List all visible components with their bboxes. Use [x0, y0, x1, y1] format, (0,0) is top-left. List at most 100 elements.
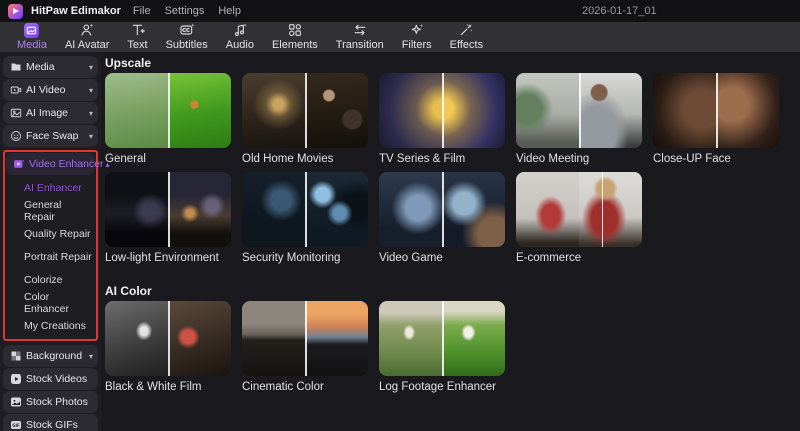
- sidebar-subitem-my-creations[interactable]: My Creations: [6, 314, 95, 337]
- split-divider: [305, 301, 307, 376]
- template-card-security-monitoring[interactable]: Security Monitoring: [242, 172, 368, 265]
- card-label: Security Monitoring: [242, 252, 341, 264]
- tab-filters[interactable]: Filters: [393, 22, 441, 52]
- template-card-log-footage-enhancer[interactable]: Log Footage Enhancer: [379, 301, 505, 394]
- split-divider: [442, 301, 444, 376]
- template-card-low-light[interactable]: Low-light Environment: [105, 172, 231, 265]
- subitem-label: Colorize: [24, 273, 63, 286]
- sidebar-item-label: Media: [26, 61, 55, 73]
- card-label: E-commerce: [516, 252, 582, 264]
- avatar-icon: [81, 23, 94, 36]
- template-card-video-meeting[interactable]: Video Meeting: [516, 73, 642, 166]
- template-card-black-white-film[interactable]: Black & White Film: [105, 301, 231, 394]
- before-after-thumbnail: [242, 172, 368, 247]
- template-card-tv-series-film[interactable]: TV Series & Film: [379, 73, 505, 166]
- main-toolbar: Media AI Avatar Text Subtitles Audio Ele…: [0, 22, 800, 52]
- folder-icon: [11, 63, 21, 71]
- ai-color-card-grid: Black & White Film Cinematic Color Log F…: [105, 301, 800, 400]
- document-title: 2026-01-17_01: [582, 5, 657, 17]
- split-divider: [168, 73, 170, 148]
- before-after-thumbnail: [105, 73, 231, 148]
- template-card-general[interactable]: General: [105, 73, 231, 166]
- subitem-label: Quality Repair: [24, 227, 91, 240]
- transition-icon: [354, 24, 365, 36]
- template-card-close-up-face[interactable]: Close-UP Face: [653, 73, 779, 166]
- video-enhancer-icon: [14, 159, 25, 168]
- sidebar-item-ai-image[interactable]: AI Image ▾: [3, 102, 98, 124]
- subitem-label: Color Enhancer: [24, 290, 69, 315]
- section-title-ai-color: AI Color: [105, 284, 152, 298]
- tab-transition[interactable]: Transition: [327, 22, 393, 52]
- before-after-thumbnail: [516, 73, 642, 148]
- sidebar-subitem-colorize[interactable]: Colorize: [6, 268, 95, 291]
- template-card-ecommerce[interactable]: E-commerce: [516, 172, 642, 265]
- tab-media[interactable]: Media: [8, 22, 56, 52]
- menu-file[interactable]: File: [133, 5, 151, 17]
- sidebar-item-stock-videos[interactable]: Stock Videos: [3, 368, 98, 390]
- card-label: Log Footage Enhancer: [379, 381, 497, 393]
- sidebar-item-label: AI Image: [26, 107, 69, 119]
- card-label: Black & White Film: [105, 381, 202, 393]
- image-icon: [10, 108, 22, 118]
- tab-audio[interactable]: Audio: [217, 22, 263, 52]
- tab-ai-avatar[interactable]: AI Avatar: [56, 22, 118, 52]
- before-after-thumbnail: [516, 172, 642, 247]
- split-divider: [168, 301, 170, 376]
- sidebar-item-face-swap[interactable]: Face Swap ▾: [3, 125, 98, 147]
- checkerboard-icon: [11, 351, 21, 361]
- photo-icon: [11, 397, 21, 407]
- sidebar-item-video-enhancer[interactable]: Video Enhancer ▴: [6, 153, 110, 175]
- before-after-thumbnail: [379, 73, 505, 148]
- card-label: TV Series & Film: [379, 153, 466, 165]
- sidebar-item-background[interactable]: Background ▾: [3, 345, 98, 367]
- before-after-thumbnail: [653, 73, 779, 148]
- subitem-label: General Repair: [24, 198, 62, 223]
- sidebar-subitem-portrait-repair[interactable]: Portrait Repair: [6, 245, 95, 268]
- template-gallery: Upscale General Old Home Movies TV Serie…: [101, 52, 800, 431]
- before-after-thumbnail: [105, 172, 231, 247]
- video-camera-icon: [10, 86, 22, 94]
- subitem-label: AI Enhancer: [24, 181, 82, 194]
- sidebar-item-label: Stock Photos: [26, 396, 88, 408]
- tab-elements[interactable]: Elements: [263, 22, 327, 52]
- tab-label: Audio: [225, 38, 254, 51]
- menu-settings[interactable]: Settings: [165, 5, 205, 17]
- before-after-thumbnail: [379, 172, 505, 247]
- sidebar-item-stock-gifs[interactable]: GIF Stock GIFs: [3, 414, 98, 431]
- sidebar-item-label: Stock Videos: [26, 373, 88, 385]
- section-title-upscale: Upscale: [105, 56, 152, 70]
- card-label: Video Game: [379, 252, 443, 264]
- sidebar-subitem-color-enhancer[interactable]: Color Enhancer: [6, 290, 95, 315]
- card-label: Low-light Environment: [105, 252, 219, 264]
- tab-label: Effects: [449, 38, 484, 51]
- split-divider: [305, 172, 307, 247]
- sidebar-item-media[interactable]: Media ▾: [3, 56, 98, 78]
- template-card-old-home-movies[interactable]: Old Home Movies: [242, 73, 368, 166]
- split-divider: [442, 172, 444, 247]
- chevron-down-icon: ▾: [88, 62, 93, 72]
- tab-label: Filters: [401, 38, 432, 51]
- media-icon: [24, 22, 40, 38]
- sidebar-subitem-quality-repair[interactable]: Quality Repair: [6, 222, 95, 245]
- before-after-thumbnail: [242, 301, 368, 376]
- sidebar-subitem-ai-enhancer[interactable]: AI Enhancer: [6, 176, 95, 199]
- upscale-card-grid: General Old Home Movies TV Series & Film…: [105, 73, 800, 271]
- template-card-cinematic-color[interactable]: Cinematic Color: [242, 301, 368, 394]
- split-divider: [579, 73, 581, 148]
- card-label: Cinematic Color: [242, 381, 324, 393]
- tab-effects[interactable]: Effects: [441, 22, 492, 52]
- template-card-video-game[interactable]: Video Game: [379, 172, 505, 265]
- chevron-up-icon: ▴: [105, 159, 110, 169]
- sidebar-subitem-general-repair[interactable]: General Repair: [6, 198, 95, 223]
- tab-text[interactable]: Text: [118, 22, 156, 52]
- sidebar-item-label: Face Swap: [26, 130, 79, 142]
- elements-icon: [288, 24, 301, 37]
- split-divider: [716, 73, 718, 148]
- menu-help[interactable]: Help: [218, 5, 241, 17]
- tab-subtitles[interactable]: Subtitles: [157, 22, 217, 52]
- sidebar-item-ai-video[interactable]: AI Video ▾: [3, 79, 98, 101]
- title-bar: HitPaw Edimakor File Settings Help 2026-…: [0, 0, 800, 22]
- sidebar: Media ▾ AI Video ▾ AI Image ▾ Face Swap …: [0, 52, 110, 431]
- chevron-down-icon: ▾: [88, 351, 93, 361]
- sidebar-item-stock-photos[interactable]: Stock Photos: [3, 391, 98, 413]
